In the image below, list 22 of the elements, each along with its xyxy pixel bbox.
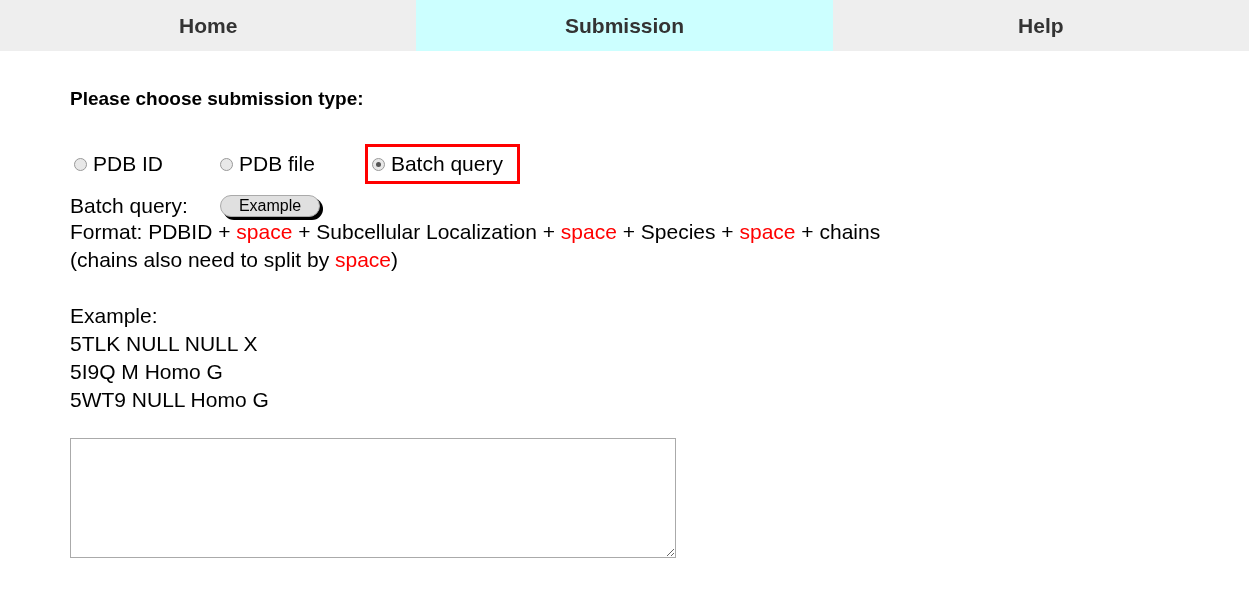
radio-button[interactable] (371, 157, 385, 171)
nav-tab[interactable]: Home (0, 0, 417, 51)
radio-button[interactable] (74, 157, 87, 171)
example-line: 5WT9 NULL Homo G (70, 387, 270, 413)
example-label: Example: (70, 303, 159, 329)
format-text: Format: PDBID + space + Subcellular Localization + space + Species + space + chains (70, 219, 882, 245)
nav-tab[interactable]: Submission (416, 0, 833, 51)
radio-option[interactable]: PDB ID (67, 144, 180, 184)
section-heading: Please choose submission type: (70, 88, 365, 111)
example-line: 5TLK NULL NULL X (70, 331, 259, 357)
radio-label: PDB ID (93, 152, 163, 176)
radio-label: PDB file (239, 152, 315, 176)
radio-option[interactable]: PDB file (213, 144, 332, 184)
radio-label: Batch query (390, 152, 503, 176)
nav-tab[interactable]: Help (832, 0, 1249, 51)
batch-input-field[interactable] (70, 438, 676, 558)
format-text: (chains also need to split by space) (70, 247, 400, 273)
example-line: 5I9Q M Homo G (70, 359, 224, 385)
radio-button[interactable] (220, 157, 233, 171)
batch-query-label: Batch query: (70, 194, 188, 218)
example-button[interactable]: Example (219, 195, 321, 217)
highlighted-radio-option[interactable]: Batch query (364, 144, 520, 184)
